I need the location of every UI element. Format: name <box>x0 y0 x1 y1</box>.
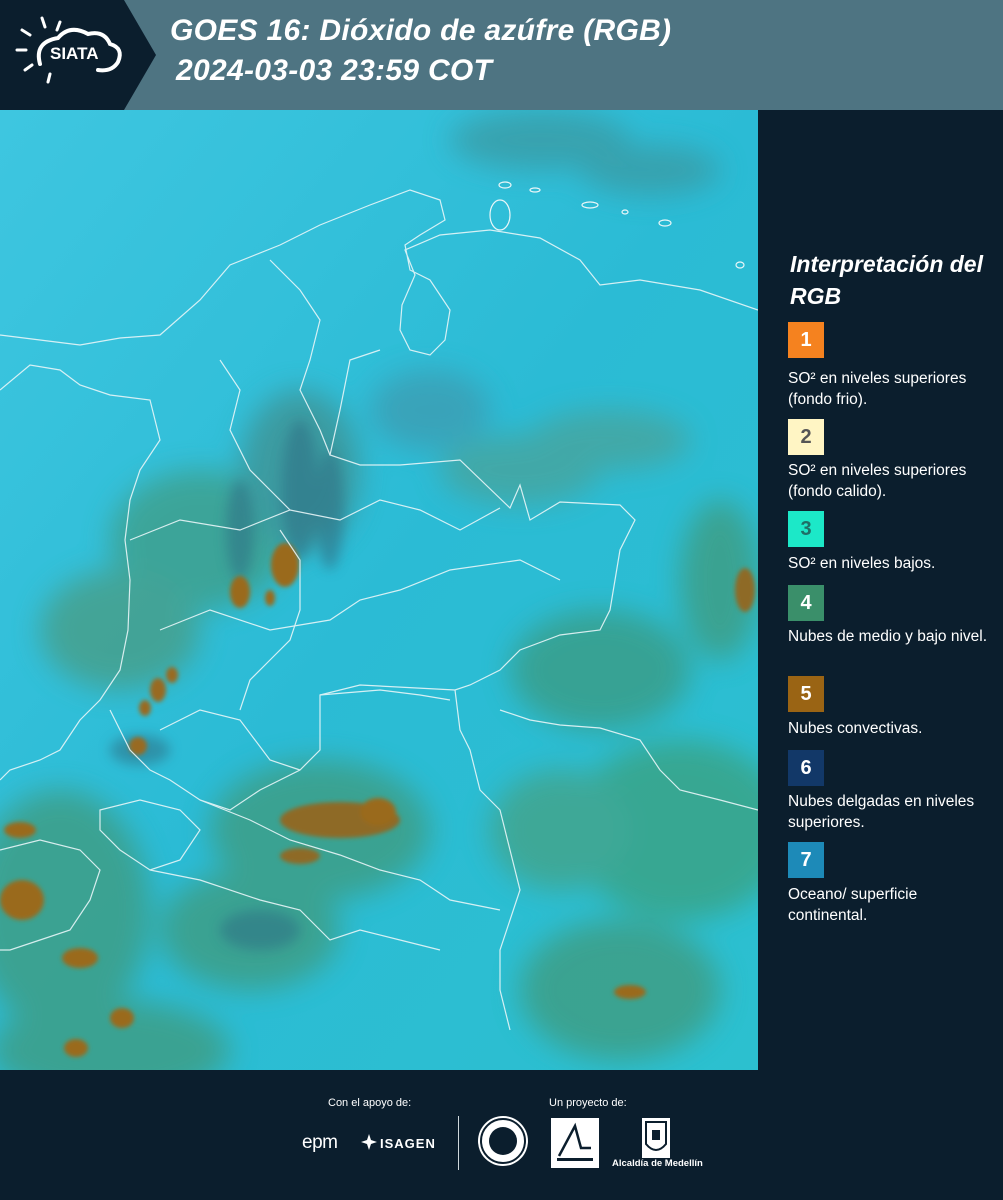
legend-swatch-6: 6 <box>788 750 824 786</box>
legend-text-3: SO² en niveles bajos. <box>788 555 936 572</box>
legend-number-5: 5 <box>800 682 812 705</box>
header-bar: SIATA GOES 16: Dióxido de azúfre (RGB) 2… <box>0 0 1003 110</box>
legend-swatch-4: 4 <box>788 585 824 621</box>
legend-number-1: 1 <box>800 328 812 351</box>
legend-text-1: SO² en niveles superiores (fondo frio). <box>788 370 967 408</box>
legend-text-4: Nubes de medio y bajo nivel. <box>788 628 988 645</box>
page-title: GOES 16: Dióxido de azúfre (RGB) <box>170 14 672 47</box>
epm-logo: epm <box>302 1132 338 1153</box>
project-label: Un proyecto de: <box>549 1097 627 1109</box>
siata-logo: SIATA <box>0 0 156 110</box>
siata-logo-text: SIATA <box>50 44 99 63</box>
legend-text-6: Nubes delgadas en niveles superiores. <box>788 793 975 831</box>
satellite-image <box>0 110 758 1070</box>
legend-swatch-1: 1 <box>788 322 824 358</box>
footer-divider <box>458 1116 459 1170</box>
legend-swatch-5: 5 <box>788 676 824 712</box>
legend-swatch-3: 3 <box>788 511 824 547</box>
legend-text-2: SO² en niveles superiores (fondo calido)… <box>788 462 967 500</box>
satellite-map[interactable] <box>0 110 758 1070</box>
legend-title: Interpretación del RGB <box>790 251 983 309</box>
legend-number-3: 3 <box>800 517 812 540</box>
legend-text-5: Nubes convectivas. <box>788 720 923 737</box>
page-timestamp: 2024-03-03 23:59 COT <box>176 54 493 87</box>
alcaldia-label: Alcaldía de Medellín <box>612 1158 703 1169</box>
legend-swatch-7: 7 <box>788 842 824 878</box>
legend-swatch-2: 2 <box>788 419 824 455</box>
legend-number-7: 7 <box>800 848 812 871</box>
isagen-icon <box>361 1134 377 1150</box>
support-label: Con el apoyo de: <box>328 1097 412 1109</box>
legend-number-6: 6 <box>800 756 812 779</box>
legend-text-7: Oceano/ superficie continental. <box>788 886 918 924</box>
footer: Con el apoyo de: Un proyecto de: epm ISA… <box>0 1070 1003 1200</box>
legend-panel: Interpretación del RGB 1 SO² en niveles … <box>758 110 1003 1070</box>
alcaldia-shield-icon <box>642 1118 670 1158</box>
isagen-logo: ISAGEN <box>380 1136 436 1151</box>
legend-number-4: 4 <box>800 591 812 614</box>
legend-number-2: 2 <box>800 425 812 448</box>
medellin-seal-icon <box>478 1116 528 1166</box>
area-metropolitana-logo-icon <box>551 1118 599 1168</box>
